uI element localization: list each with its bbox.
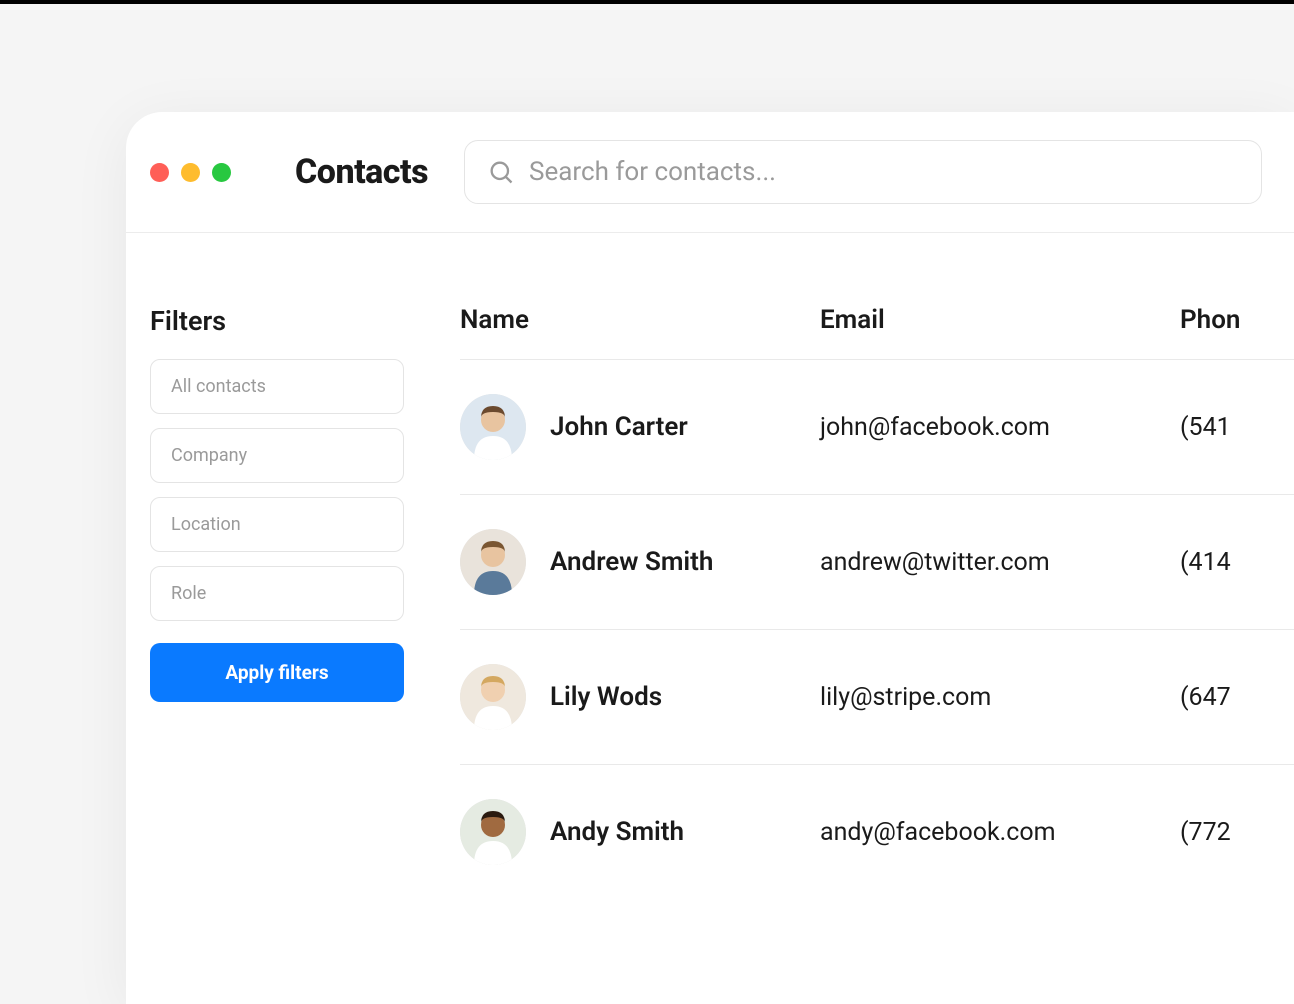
minimize-window-button[interactable] (181, 163, 200, 182)
search-container (464, 140, 1262, 204)
contact-name: Andy Smith (550, 817, 684, 847)
filter-input-role[interactable] (150, 566, 404, 621)
column-header-phone: Phon (1180, 305, 1294, 335)
main-body: Filters Apply filters Name Email Phon Jo… (126, 233, 1294, 899)
table-row[interactable]: John Carter john@facebook.com(541 (460, 360, 1294, 495)
filter-input-location[interactable] (150, 497, 404, 552)
name-cell: Lily Wods (460, 664, 820, 730)
contact-phone: (414 (1180, 548, 1294, 577)
avatar (460, 394, 526, 460)
contact-email: lily@stripe.com (820, 683, 1180, 712)
close-window-button[interactable] (150, 163, 169, 182)
filters-title: Filters (150, 305, 404, 337)
avatar (460, 529, 526, 595)
avatar (460, 799, 526, 865)
filters-panel: Filters Apply filters (150, 305, 404, 899)
contact-email: andy@facebook.com (820, 818, 1180, 847)
contact-phone: (647 (1180, 683, 1294, 712)
contacts-table: Name Email Phon John Carter john@facebook… (460, 305, 1294, 899)
contact-name: Andrew Smith (550, 547, 713, 577)
contact-name: Lily Wods (550, 682, 662, 712)
name-cell: Andy Smith (460, 799, 820, 865)
contact-name: John Carter (550, 412, 688, 442)
top-black-bar (0, 0, 1294, 4)
titlebar: Contacts (126, 112, 1294, 233)
contact-phone: (772 (1180, 818, 1294, 847)
filter-input-contacts[interactable] (150, 359, 404, 414)
search-input[interactable] (529, 157, 1239, 187)
avatar (460, 664, 526, 730)
app-title: Contacts (295, 152, 428, 192)
traffic-lights (150, 163, 231, 182)
contact-email: john@facebook.com (820, 413, 1180, 442)
app-window: Contacts Filters Apply filters Name Emai (126, 112, 1294, 1004)
contact-phone: (541 (1180, 413, 1294, 442)
search-field-wrapper[interactable] (464, 140, 1262, 204)
table-body: John Carter john@facebook.com(541 Andrew S… (460, 360, 1294, 899)
search-icon (487, 158, 515, 186)
column-header-name: Name (460, 305, 820, 335)
contact-email: andrew@twitter.com (820, 548, 1180, 577)
name-cell: John Carter (460, 394, 820, 460)
column-header-email: Email (820, 305, 1180, 335)
table-row[interactable]: Andrew Smith andrew@twitter.com(414 (460, 495, 1294, 630)
filter-input-company[interactable] (150, 428, 404, 483)
table-row[interactable]: Andy Smith andy@facebook.com(772 (460, 765, 1294, 899)
name-cell: Andrew Smith (460, 529, 820, 595)
table-header: Name Email Phon (460, 305, 1294, 360)
table-row[interactable]: Lily Wods lily@stripe.com(647 (460, 630, 1294, 765)
maximize-window-button[interactable] (212, 163, 231, 182)
apply-filters-button[interactable]: Apply filters (150, 643, 404, 702)
